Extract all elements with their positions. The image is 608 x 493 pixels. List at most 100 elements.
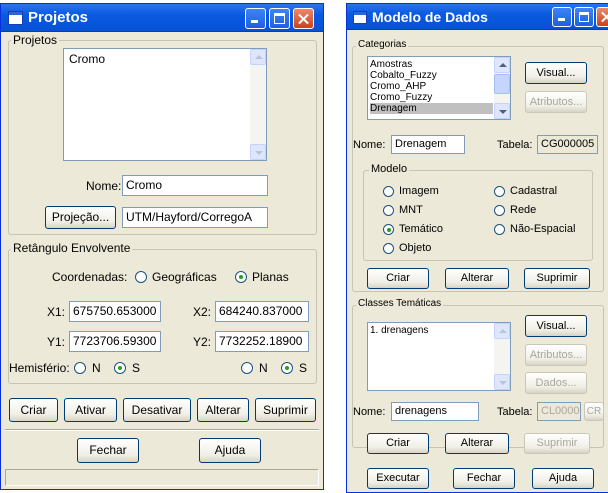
list-item[interactable]: Cobalto_Fuzzy (370, 70, 493, 81)
modelo-window: Modelo de Dados Categorias Amostras Coba… (346, 3, 608, 493)
tematico-label: Temático (399, 223, 444, 235)
nome-label: Nome: (353, 139, 386, 151)
alterar-button[interactable]: Alterar (197, 398, 249, 422)
window-title: Modelo de Dados (372, 9, 488, 25)
projetos-titlebar[interactable]: Projetos (1, 4, 323, 32)
planas-label: Planas (252, 270, 289, 284)
fechar-button[interactable]: Fechar (77, 438, 139, 463)
scroll-up-icon[interactable] (250, 49, 266, 65)
y1-input[interactable]: 7723706.59300 (69, 331, 161, 352)
desativar-button[interactable]: Desativar (123, 398, 191, 422)
classe-tabela-label: Tabela: (497, 406, 533, 418)
imagem-radio[interactable] (383, 186, 394, 197)
list-item[interactable]: Cromo_AHP (370, 81, 493, 92)
list-item[interactable]: Cromo (66, 52, 249, 66)
window-icon (8, 11, 23, 25)
window-icon (353, 11, 367, 24)
ajuda-button[interactable]: Ajuda (532, 468, 594, 489)
suprimir-button[interactable]: Suprimir (524, 268, 590, 289)
mnt-radio[interactable] (383, 205, 394, 216)
atributos-button: Atributos... (525, 91, 587, 113)
visual-button[interactable]: Visual... (525, 62, 587, 84)
minimize-button[interactable] (552, 7, 572, 27)
minimize-button[interactable] (245, 8, 266, 29)
classes-criar-button[interactable]: Criar (367, 433, 429, 454)
nome-input[interactable]: Drenagem (391, 135, 465, 154)
projetos-legend: Projetos (11, 33, 60, 47)
imagem-label: Imagem (399, 185, 439, 197)
close-button[interactable] (293, 8, 314, 29)
maximize-button[interactable] (269, 8, 290, 29)
planas-radio[interactable] (235, 271, 247, 283)
list-scrollbar[interactable] (494, 57, 510, 119)
classes-list[interactable]: 1. drenagens (367, 322, 511, 391)
hemisferio2-n-radio[interactable] (241, 362, 253, 374)
scroll-thumb[interactable] (494, 74, 510, 94)
cadastral-radio[interactable] (494, 186, 505, 197)
coordenadas-label: Coordenadas: (52, 270, 128, 284)
projecao-button[interactable]: Projeção... (45, 206, 116, 229)
objeto-radio[interactable] (383, 243, 394, 254)
list-item[interactable]: 1. drenagens (370, 325, 493, 336)
maximize-button[interactable] (574, 7, 594, 27)
classes-legend: Classes Temáticas (356, 298, 444, 309)
modelo-titlebar[interactable]: Modelo de Dados (347, 4, 608, 30)
suprimir-button[interactable]: Suprimir (255, 398, 316, 422)
hemisferio2-s-label: S (299, 361, 308, 375)
nome-input[interactable]: Cromo (122, 175, 268, 196)
window-title: Projetos (28, 9, 89, 26)
executar-button[interactable]: Executar (367, 468, 429, 489)
dados-button: Dados... (525, 372, 587, 394)
classes-visual-button[interactable]: Visual... (525, 315, 587, 337)
objeto-label: Objeto (399, 242, 432, 254)
x1-label: X1: (47, 305, 66, 319)
rede-radio[interactable] (494, 205, 505, 216)
rede-label: Rede (510, 204, 537, 216)
hemisferio2-n-label: N (259, 361, 268, 375)
list-item[interactable]: Cromo_Fuzzy (370, 92, 493, 103)
scroll-down-icon[interactable] (494, 374, 510, 390)
list-item[interactable]: Amostras (370, 59, 493, 70)
y2-input[interactable]: 7732252.18900 (215, 331, 309, 352)
hemisferio-n-radio[interactable] (74, 362, 86, 374)
tabela-field[interactable]: CG000005 (537, 135, 598, 154)
classe-nome-input[interactable]: drenagens (391, 402, 479, 421)
hemisferio-label: Hemisfério: (9, 361, 70, 375)
classe-tabela-field: CL00000 (537, 402, 581, 421)
classes-atributos-button: Atributos... (525, 344, 587, 366)
categorias-legend: Categorias (356, 39, 409, 50)
ajuda-button[interactable]: Ajuda (199, 438, 261, 463)
alterar-button[interactable]: Alterar (445, 268, 509, 289)
close-button[interactable] (596, 7, 608, 27)
fechar-button[interactable]: Fechar (453, 468, 515, 489)
geograficas-radio[interactable] (135, 271, 147, 283)
list-scrollbar[interactable] (250, 49, 266, 160)
x1-input[interactable]: 675750.653000 (69, 301, 161, 322)
geograficas-label: Geográficas (152, 270, 217, 284)
y1-label: Y1: (47, 335, 66, 349)
nao-espacial-radio[interactable] (494, 224, 505, 235)
categorias-list[interactable]: Amostras Cobalto_Fuzzy Cromo_AHP Cromo_F… (367, 56, 511, 120)
projecao-field[interactable]: UTM/Hayford/CorregoA (122, 207, 268, 228)
hemisferio-s-radio[interactable] (114, 362, 126, 374)
scroll-down-icon[interactable] (494, 103, 510, 119)
scroll-up-icon[interactable] (494, 323, 510, 339)
projetos-window: Projetos Projetos Cromo Nome: Cromo Proj… (0, 3, 324, 490)
criar-button[interactable]: Criar (9, 398, 58, 422)
scroll-up-icon[interactable] (494, 57, 510, 73)
separator (5, 429, 319, 431)
classes-alterar-button[interactable]: Alterar (445, 433, 509, 454)
criar-button[interactable]: Criar (367, 268, 429, 289)
list-item-selected[interactable]: Drenagem (370, 103, 493, 114)
ativar-button[interactable]: Ativar (64, 398, 117, 422)
list-scrollbar[interactable] (494, 323, 510, 390)
x2-input[interactable]: 684240.837000 (215, 301, 309, 322)
projects-list[interactable]: Cromo (63, 48, 267, 161)
cr-button: CR (584, 402, 604, 421)
hemisferio2-s-radio[interactable] (281, 362, 293, 374)
scroll-down-icon[interactable] (250, 144, 266, 160)
retangulo-legend: Retângulo Envolvente (11, 241, 133, 255)
modelo-group (363, 170, 593, 261)
tematico-radio[interactable] (383, 224, 394, 235)
tabela-label: Tabela: (497, 139, 533, 151)
